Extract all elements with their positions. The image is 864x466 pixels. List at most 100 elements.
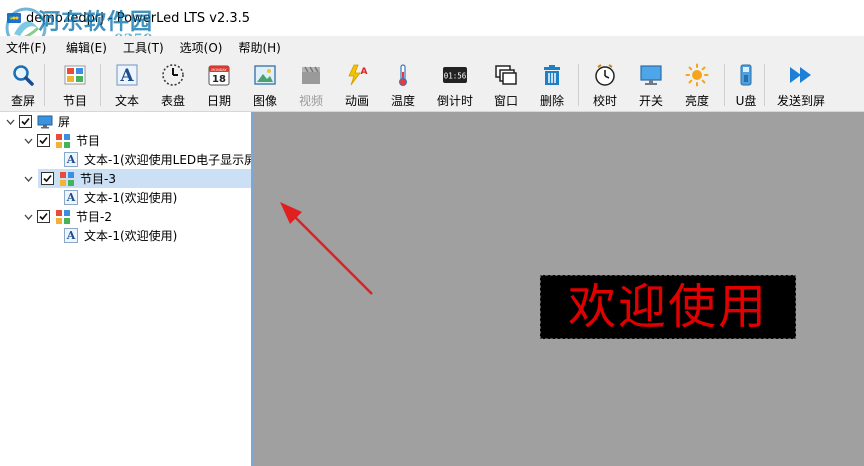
menu-tools[interactable]: 工具(T): [115, 39, 172, 56]
text-label: 文本: [114, 94, 139, 108]
tree-item-label: 文本-1(欢迎使用): [84, 191, 178, 205]
checkmark-icon: [21, 117, 30, 126]
tree-item-text[interactable]: A 文本-1(欢迎使用): [63, 188, 177, 207]
image-button[interactable]: 图像: [250, 60, 280, 110]
calendar-month-text: MONDAY: [211, 68, 227, 72]
udisk-button[interactable]: U盘: [734, 60, 758, 110]
animation-button[interactable]: A 动画: [342, 60, 372, 110]
text-button[interactable]: A 文本: [112, 60, 142, 110]
checkbox[interactable]: [37, 134, 50, 147]
checkbox[interactable]: [19, 115, 32, 128]
brightness-label: 亮度: [684, 94, 709, 108]
led-text-preview: 欢迎使用: [567, 279, 768, 335]
temperature-button[interactable]: 温度: [388, 60, 418, 110]
send-to-screen-button[interactable]: 发送到屏: [774, 60, 828, 110]
chevron-down-icon: [6, 119, 14, 125]
time-sync-label: 校时: [592, 94, 617, 108]
led-screen-preview[interactable]: 欢迎使用: [540, 275, 796, 339]
window-button[interactable]: 窗口: [491, 60, 521, 110]
tree-item-program-3[interactable]: 节目-3: [24, 169, 251, 188]
menu-help[interactable]: 帮助(H): [230, 39, 288, 56]
expand-toggle[interactable]: [23, 174, 33, 184]
query-screen-button[interactable]: 查屏: [8, 60, 38, 110]
toolbar-separator: [44, 64, 45, 106]
checkbox[interactable]: [41, 172, 54, 185]
calendar-icon: MONDAY 18: [208, 65, 230, 86]
date-label: 日期: [206, 94, 231, 108]
text-a-icon: A: [63, 190, 79, 206]
delete-button[interactable]: 删除: [537, 60, 567, 110]
expand-toggle[interactable]: [23, 136, 33, 146]
thermometer-icon: [399, 64, 407, 86]
program-icon: [55, 133, 71, 149]
led-preview-canvas[interactable]: 欢迎使用: [254, 112, 864, 466]
tree-item-label: 文本-1(欢迎使用LED电子显示屏: [84, 153, 254, 167]
toolbar-separator: [100, 64, 101, 106]
tree-root-label: 屏: [58, 115, 71, 129]
chevron-down-icon: [24, 138, 32, 144]
time-sync-button[interactable]: 校时: [590, 60, 620, 110]
windows-stack-icon: [495, 65, 517, 85]
magnifier-icon: [13, 65, 34, 86]
toolbar: 查屏 节目 A 文本 表盘 MONDAY 18 日期 图像 视频 A 动画 温度…: [0, 58, 864, 112]
tree-item-program[interactable]: 节目: [23, 131, 100, 150]
monitor-icon: [640, 65, 662, 85]
tree-root-screen[interactable]: 屏: [5, 112, 70, 131]
trash-icon: [544, 65, 560, 85]
title-bar: demo.ledprj - PowerLed LTS v2.3.5: [0, 0, 864, 36]
image-label: 图像: [252, 94, 277, 108]
menu-edit[interactable]: 编辑(E): [58, 39, 115, 56]
countdown-button[interactable]: 01:56 倒计时: [435, 60, 475, 110]
picture-icon: [254, 65, 276, 85]
program-icon: [59, 171, 75, 187]
tree-item-text[interactable]: A 文本-1(欢迎使用): [63, 226, 177, 245]
chevron-down-icon: [24, 214, 32, 220]
text-a-icon: A: [63, 228, 79, 244]
animation-label: 动画: [344, 94, 369, 108]
window-title: demo.ledprj - PowerLed LTS v2.3.5: [26, 11, 251, 26]
menu-file[interactable]: 文件(F): [0, 39, 58, 56]
window-label: 窗口: [493, 94, 518, 108]
clock-dial-icon: [162, 64, 184, 86]
toolbar-separator: [764, 64, 765, 106]
usb-drive-icon: [740, 64, 752, 86]
program-label: 节目: [62, 94, 87, 108]
delete-label: 删除: [539, 94, 564, 108]
udisk-label: U盘: [735, 94, 757, 108]
toolbar-separator: [724, 64, 725, 106]
program-button[interactable]: 节目: [60, 60, 90, 110]
video-label: 视频: [298, 94, 323, 108]
countdown-digits-text: 01:56: [444, 72, 467, 81]
tree-item-text[interactable]: A 文本-1(欢迎使用LED电子显示屏: [63, 150, 254, 169]
countdown-label: 倒计时: [436, 94, 473, 108]
chevron-down-icon: [24, 176, 32, 182]
brightness-button[interactable]: 亮度: [682, 60, 712, 110]
expand-toggle[interactable]: [23, 212, 33, 222]
query-screen-label: 查屏: [10, 94, 35, 108]
temperature-label: 温度: [390, 94, 415, 108]
tree-item-label: 文本-1(欢迎使用): [84, 229, 178, 243]
screen-monitor-icon: [37, 114, 53, 130]
tree-item-label: 节目-3: [80, 172, 116, 186]
clapperboard-icon: [302, 66, 320, 84]
date-button[interactable]: MONDAY 18 日期: [204, 60, 234, 110]
send-to-screen-label: 发送到屏: [776, 94, 825, 108]
toolbar-separator: [578, 64, 579, 106]
menu-bar: 文件(F) 编辑(E) 工具(T) 选项(O) 帮助(H): [0, 36, 864, 58]
clock-label: 表盘: [160, 94, 185, 108]
expand-toggle[interactable]: [5, 117, 15, 127]
lightning-animation-icon: A: [348, 64, 368, 86]
checkmark-icon: [39, 212, 48, 221]
text-a-icon: A: [116, 64, 138, 86]
fast-forward-icon: [790, 67, 811, 83]
clock-button[interactable]: 表盘: [158, 60, 188, 110]
window-controls[interactable]: [818, 0, 864, 6]
countdown-display-icon: 01:56: [443, 67, 467, 83]
menu-options[interactable]: 选项(O): [172, 39, 231, 56]
tree-item-label: 节目: [76, 134, 101, 148]
tree-item-program-2[interactable]: 节目-2: [23, 207, 112, 226]
power-button[interactable]: 开关: [636, 60, 666, 110]
video-button[interactable]: 视频: [296, 60, 326, 110]
checkbox[interactable]: [37, 210, 50, 223]
checkmark-icon: [43, 174, 52, 183]
